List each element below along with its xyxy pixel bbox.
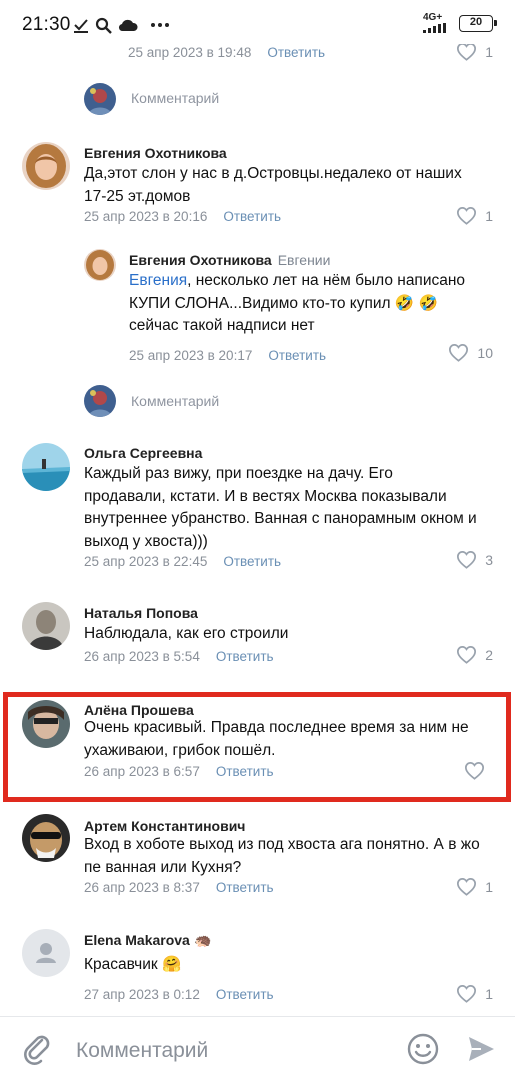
heart-icon bbox=[457, 878, 477, 896]
comments-feed[interactable]: 25 апр 2023 в 19:48 Ответить 1 Комментари… bbox=[0, 44, 515, 1016]
comment-date: 26 апр 2023 в 8:37 bbox=[84, 880, 200, 895]
comment-author[interactable]: Наталья Попова bbox=[84, 605, 198, 623]
reply-to-label[interactable]: Евгении bbox=[278, 252, 331, 268]
avatar[interactable] bbox=[22, 602, 70, 650]
current-user-avatar bbox=[84, 83, 116, 115]
status-bar: 21:30 4G+ 20 bbox=[0, 0, 515, 44]
comment-text: Евгения, несколько лет на нём было напис… bbox=[129, 272, 466, 334]
send-icon bbox=[469, 1037, 494, 1061]
like-button[interactable]: 3 bbox=[456, 550, 493, 569]
send-button[interactable] bbox=[465, 1033, 497, 1065]
highlight-frame bbox=[3, 692, 511, 802]
heart-icon bbox=[457, 207, 477, 225]
mention-link[interactable]: Евгения bbox=[129, 272, 187, 289]
comment-date: 27 апр 2023 в 0:12 bbox=[84, 987, 200, 1002]
network-type: 4G+ bbox=[423, 12, 443, 23]
battery-level: 20 bbox=[469, 15, 483, 28]
heart-icon bbox=[449, 344, 469, 362]
comment-text: Наблюдала, как его строили bbox=[84, 625, 289, 642]
comment-text: Красавчик 🤗 bbox=[84, 956, 182, 973]
emoji-icon bbox=[407, 1033, 439, 1065]
like-button[interactable]: 1 bbox=[456, 44, 493, 61]
like-button[interactable]: 1 bbox=[456, 206, 493, 225]
comment-date: 25 апр 2023 в 19:48 bbox=[128, 45, 252, 60]
status-notification-icons bbox=[73, 14, 170, 36]
comment-text: Каждый раз вижу, при поездке на дачу. Ег… bbox=[84, 465, 477, 550]
comment-meta: 27 апр 2023 в 0:12 Ответить bbox=[84, 986, 274, 1004]
like-count: 1 bbox=[485, 985, 493, 1002]
status-time: 21:30 bbox=[22, 14, 71, 35]
comment-date: 25 апр 2023 в 20:16 bbox=[84, 209, 208, 224]
heart-icon bbox=[457, 985, 477, 1003]
avatar[interactable] bbox=[84, 249, 116, 281]
heart-icon bbox=[457, 44, 477, 61]
like-count: 3 bbox=[485, 551, 493, 568]
comment-author-line: Евгения Охотникова Евгении bbox=[129, 252, 330, 270]
comment-date: 25 апр 2023 в 20:17 bbox=[129, 348, 253, 363]
like-count: 1 bbox=[485, 878, 493, 895]
comment-meta: 25 апр 2023 в 19:48 Ответить bbox=[128, 44, 325, 61]
like-count: 2 bbox=[485, 646, 493, 663]
reply-button[interactable]: Ответить bbox=[216, 880, 274, 895]
hedgehog-emoji: 🦔 bbox=[194, 932, 212, 948]
emoji-button[interactable] bbox=[405, 1031, 441, 1067]
avatar[interactable] bbox=[22, 142, 70, 190]
comment-meta: 25 апр 2023 в 20:17 Ответить bbox=[129, 347, 326, 365]
default-avatar-icon bbox=[22, 929, 70, 977]
like-count: 10 bbox=[477, 344, 493, 361]
write-reply-prompt[interactable]: Комментарий bbox=[131, 90, 219, 106]
comment-text: Да,этот слон у нас в д.Островцы.недалеко… bbox=[84, 165, 462, 205]
heart-icon bbox=[457, 646, 477, 664]
status-right-group: 4G+ 20 bbox=[423, 12, 497, 33]
cloud-icon bbox=[118, 19, 138, 32]
attach-button[interactable] bbox=[20, 1031, 54, 1065]
current-user-avatar bbox=[84, 385, 116, 417]
reply-button[interactable]: Ответить bbox=[216, 649, 274, 664]
signal-icon bbox=[423, 23, 446, 33]
comment-meta: 26 апр 2023 в 5:54 Ответить bbox=[84, 648, 274, 666]
avatar[interactable] bbox=[22, 929, 70, 977]
emoji: 🤣 🤣 bbox=[394, 294, 438, 312]
search-icon bbox=[95, 17, 112, 34]
reply-button[interactable]: Ответить bbox=[268, 348, 326, 363]
comment-meta: 25 апр 2023 в 20:16 Ответить bbox=[84, 208, 281, 226]
reply-button[interactable]: Ответить bbox=[216, 987, 274, 1002]
comment-input-bar: Комментарий bbox=[0, 1016, 515, 1080]
reply-button[interactable]: Ответить bbox=[267, 45, 325, 60]
battery-icon: 20 bbox=[459, 14, 497, 32]
like-count: 1 bbox=[485, 207, 493, 224]
comment-author[interactable]: Евгения Охотникова bbox=[129, 252, 272, 268]
like-button[interactable]: 2 bbox=[456, 645, 493, 664]
download-check-icon bbox=[74, 19, 88, 33]
hug-emoji: 🤗 bbox=[162, 956, 182, 973]
reply-button[interactable]: Ответить bbox=[223, 209, 281, 224]
comment-text: Вход в хоботе выход из под хвоста ага по… bbox=[84, 836, 480, 876]
reply-button[interactable]: Ответить bbox=[223, 554, 281, 569]
comment-input[interactable]: Комментарий bbox=[76, 1039, 208, 1063]
comment-date: 26 апр 2023 в 5:54 bbox=[84, 649, 200, 664]
comment-author[interactable]: Евгения Охотникова bbox=[84, 145, 227, 163]
avatar[interactable] bbox=[22, 814, 70, 862]
comment-date: 25 апр 2023 в 22:45 bbox=[84, 554, 208, 569]
like-button[interactable]: 1 bbox=[456, 984, 493, 1003]
like-button[interactable]: 10 bbox=[448, 343, 493, 362]
write-reply-prompt[interactable]: Комментарий bbox=[131, 393, 219, 409]
comment-meta: 26 апр 2023 в 8:37 Ответить bbox=[84, 879, 274, 897]
avatar[interactable] bbox=[22, 443, 70, 491]
comment-author[interactable]: Ольга Сергеевна bbox=[84, 445, 202, 463]
comment-meta: 25 апр 2023 в 22:45 Ответить bbox=[84, 553, 281, 571]
comment-author-line: Elena Makarova 🦔 bbox=[84, 932, 212, 950]
heart-icon bbox=[457, 551, 477, 569]
paperclip-icon bbox=[24, 1035, 50, 1065]
like-count: 1 bbox=[485, 44, 493, 60]
comment-author[interactable]: Elena Makarova bbox=[84, 932, 190, 948]
like-button[interactable]: 1 bbox=[456, 877, 493, 896]
more-dots-icon bbox=[151, 23, 169, 27]
